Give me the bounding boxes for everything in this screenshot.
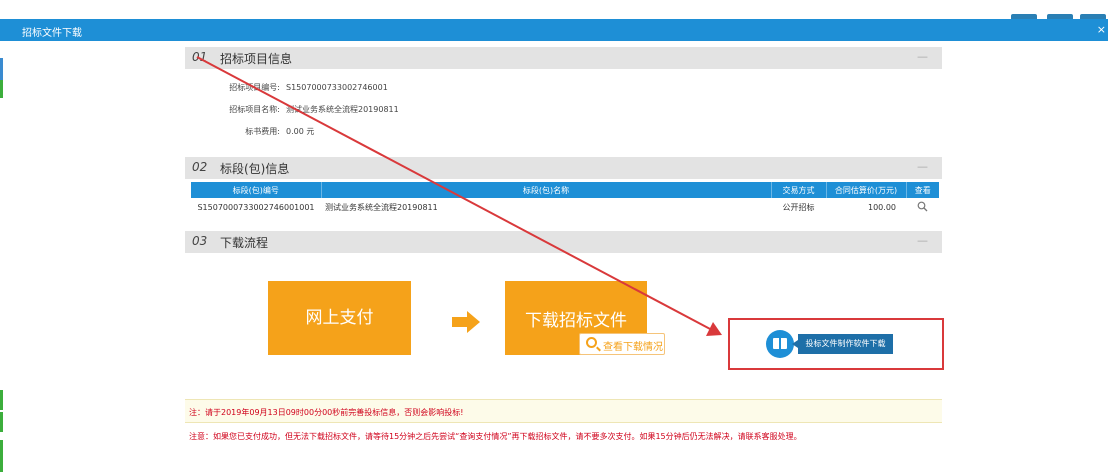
annotation-arrow: [196, 56, 722, 336]
page: 招标文件下载 × 01 招标项目信息 — 招标项目编号:S15070007330…: [0, 0, 1108, 472]
